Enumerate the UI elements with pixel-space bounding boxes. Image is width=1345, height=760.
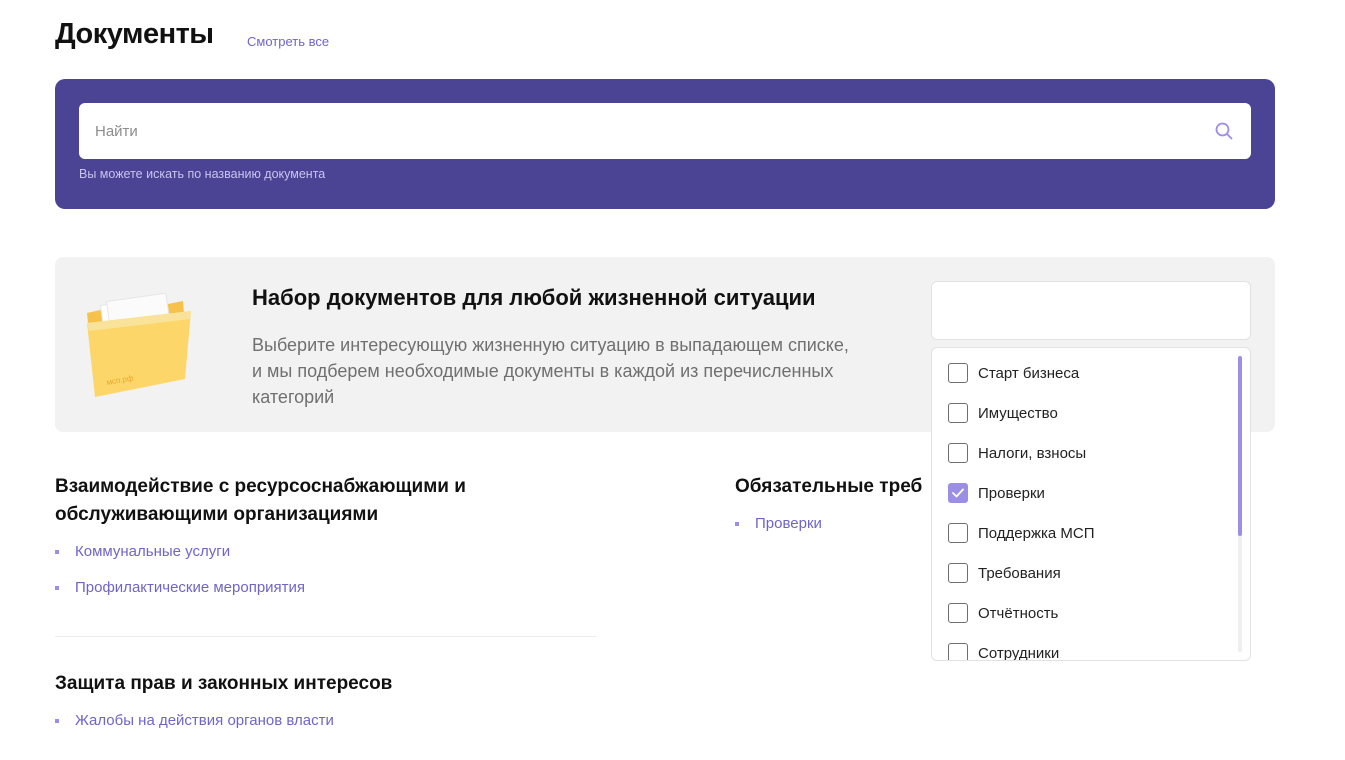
dropdown-option[interactable]: Налоги, взносы bbox=[948, 441, 1086, 465]
checkbox-checked[interactable] bbox=[948, 483, 968, 503]
category-link[interactable]: Профилактические мероприятия bbox=[75, 579, 305, 596]
category-title-line: обслуживающими организациями bbox=[55, 504, 379, 525]
dropdown-option[interactable]: Сотрудники bbox=[948, 641, 1060, 661]
life-situation-select[interactable] bbox=[931, 281, 1251, 340]
bullet bbox=[55, 586, 59, 590]
category-link[interactable]: Проверки bbox=[755, 515, 822, 532]
checkbox[interactable] bbox=[948, 403, 968, 423]
dropdown-option[interactable]: Имущество bbox=[948, 401, 1058, 425]
bullet bbox=[55, 719, 59, 723]
option-label: Проверки bbox=[978, 484, 1045, 502]
search-icon[interactable] bbox=[1215, 122, 1233, 140]
promo-title: Набор документов для любой жизненной сит… bbox=[252, 285, 816, 310]
dropdown-option[interactable]: Проверки bbox=[948, 481, 1045, 505]
life-situation-dropdown: Старт бизнеса Имущество Налоги, взносы П… bbox=[931, 347, 1251, 661]
page-title: Документы bbox=[55, 18, 214, 50]
option-label: Отчётность bbox=[978, 604, 1059, 622]
option-label: Требования bbox=[978, 564, 1061, 582]
option-label: Имущество bbox=[978, 404, 1058, 422]
category-title-mandatory: Обязательные треб bbox=[735, 476, 923, 497]
check-icon bbox=[952, 488, 964, 498]
search-input[interactable] bbox=[95, 103, 1205, 159]
option-label: Налоги, взносы bbox=[978, 444, 1087, 462]
bullet bbox=[735, 522, 739, 526]
category-link[interactable]: Коммунальные услуги bbox=[75, 543, 230, 560]
divider bbox=[55, 636, 596, 637]
category-title-resource: Взаимодействие с ресурсоснабжающими и об… bbox=[55, 473, 466, 529]
dropdown-option[interactable]: Старт бизнеса bbox=[948, 361, 1079, 385]
see-all-link[interactable]: Смотреть все bbox=[247, 34, 329, 49]
category-title-rights: Защита прав и законных интересов bbox=[55, 673, 393, 694]
category-title-line: Взаимодействие с ресурсоснабжающими и bbox=[55, 476, 466, 497]
checkbox[interactable] bbox=[948, 643, 968, 660]
category-link[interactable]: Жалобы на действия органов власти bbox=[75, 712, 334, 729]
dropdown-option[interactable]: Отчётность bbox=[948, 601, 1058, 625]
checkbox[interactable] bbox=[948, 603, 968, 623]
search-panel: Вы можете искать по названию документа bbox=[55, 79, 1275, 209]
dropdown-option[interactable]: Требования bbox=[948, 561, 1061, 585]
promo-text: Выберите интересующую жизненную ситуацию… bbox=[252, 335, 849, 407]
checkbox[interactable] bbox=[948, 363, 968, 383]
search-hint: Вы можете искать по названию документа bbox=[79, 167, 326, 181]
checkbox[interactable] bbox=[948, 443, 968, 463]
dropdown-option[interactable]: Поддержка МСП bbox=[948, 521, 1095, 545]
bullet bbox=[55, 550, 59, 554]
dropdown-scrollbar[interactable] bbox=[1238, 356, 1242, 536]
search-box bbox=[79, 103, 1251, 159]
checkbox[interactable] bbox=[948, 563, 968, 583]
checkbox[interactable] bbox=[948, 523, 968, 543]
option-label: Старт бизнеса bbox=[978, 364, 1080, 382]
folder-icon: мсп.рф bbox=[87, 293, 191, 397]
option-label: Поддержка МСП bbox=[978, 524, 1095, 542]
option-label: Сотрудники bbox=[978, 644, 1060, 661]
